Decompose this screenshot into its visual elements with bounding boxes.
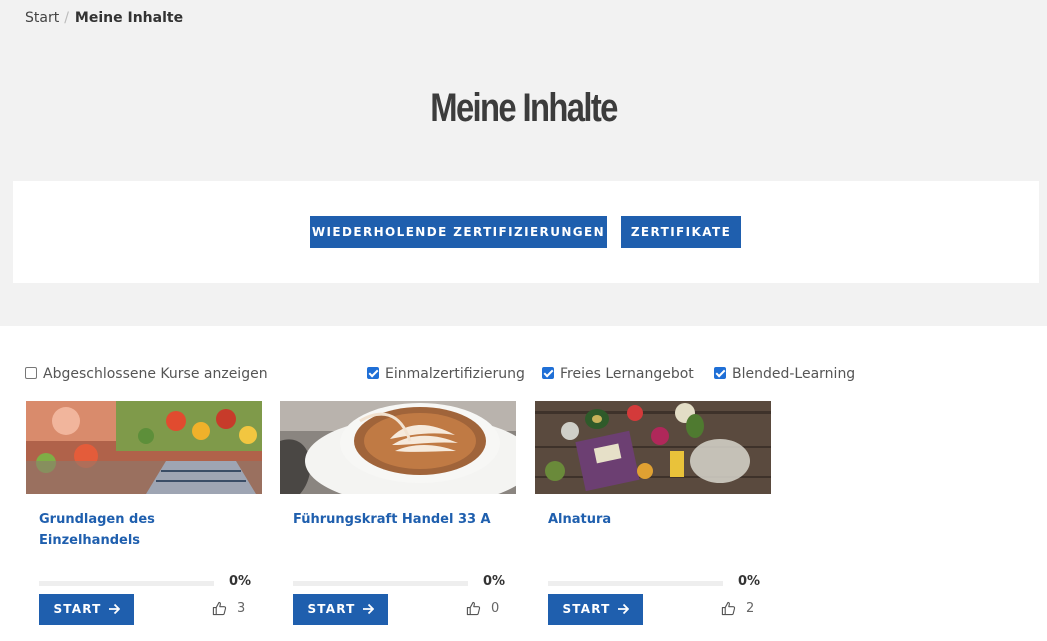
recurring-certifications-button[interactable]: WIEDERHOLENDE ZERTIFIZIERUNGEN	[310, 216, 607, 248]
filter-label: Einmalzertifizierung	[385, 366, 525, 382]
thumbs-up-icon	[466, 601, 481, 616]
start-button[interactable]: START	[548, 594, 643, 625]
thumbs-up-icon	[721, 601, 736, 616]
like-button[interactable]: 2	[721, 601, 754, 616]
course-card[interactable]: Alnatura 0% START 2	[535, 401, 771, 625]
filter-single-certification[interactable]: Einmalzertifizierung	[367, 366, 525, 382]
breadcrumb-home-link[interactable]: Start	[25, 10, 59, 26]
filter-blended-learning[interactable]: Blended-Learning	[714, 366, 855, 382]
arrow-right-icon	[617, 603, 629, 614]
course-card[interactable]: Führungskraft Handel 33 A 0% START 0	[280, 401, 516, 625]
course-thumbnail-groceries[interactable]	[535, 401, 771, 494]
breadcrumb-separator: /	[64, 10, 69, 26]
like-count: 0	[491, 601, 500, 616]
course-thumbnail-coffee[interactable]	[280, 401, 516, 494]
start-button[interactable]: START	[293, 594, 388, 625]
filter-show-completed[interactable]: Abgeschlossene Kurse anzeigen	[25, 366, 268, 382]
filter-free-learning[interactable]: Freies Lernangebot	[542, 366, 694, 382]
filter-label: Abgeschlossene Kurse anzeigen	[43, 366, 268, 382]
course-thumbnail-supermarket[interactable]	[26, 401, 262, 494]
like-button[interactable]: 3	[212, 601, 245, 616]
thumbs-up-icon	[212, 601, 227, 616]
course-card[interactable]: Grundlagen des Einzelhandels 0% START 3	[26, 401, 262, 625]
breadcrumb: Start / Meine Inhalte	[25, 10, 183, 26]
filter-label: Blended-Learning	[732, 366, 856, 382]
progress-percent: 0%	[483, 574, 506, 589]
blended-learning-checkbox[interactable]	[714, 367, 726, 379]
progress-bar	[39, 581, 214, 586]
start-button[interactable]: START	[39, 594, 134, 625]
page-title: Meine Inhalte	[430, 86, 618, 130]
certificates-button[interactable]: ZERTIFIKATE	[621, 216, 741, 248]
progress-bar	[293, 581, 468, 586]
course-title[interactable]: Grundlagen des Einzelhandels	[39, 509, 249, 551]
like-count: 2	[746, 601, 755, 616]
progress-percent: 0%	[229, 574, 252, 589]
progress-percent: 0%	[738, 574, 761, 589]
breadcrumb-current: Meine Inhalte	[74, 10, 184, 26]
arrow-right-icon	[108, 603, 120, 614]
course-title[interactable]: Führungskraft Handel 33 A	[293, 509, 503, 530]
start-label: START	[307, 602, 356, 616]
start-label: START	[562, 602, 611, 616]
course-title[interactable]: Alnatura	[548, 509, 758, 530]
start-label: START	[53, 602, 102, 616]
single-certification-checkbox[interactable]	[367, 367, 379, 379]
progress-bar	[548, 581, 723, 586]
filter-label: Freies Lernangebot	[560, 366, 694, 382]
like-count: 3	[237, 601, 246, 616]
free-learning-checkbox[interactable]	[542, 367, 554, 379]
arrow-right-icon	[362, 603, 374, 614]
show-completed-checkbox[interactable]	[25, 367, 37, 379]
like-button[interactable]: 0	[466, 601, 499, 616]
